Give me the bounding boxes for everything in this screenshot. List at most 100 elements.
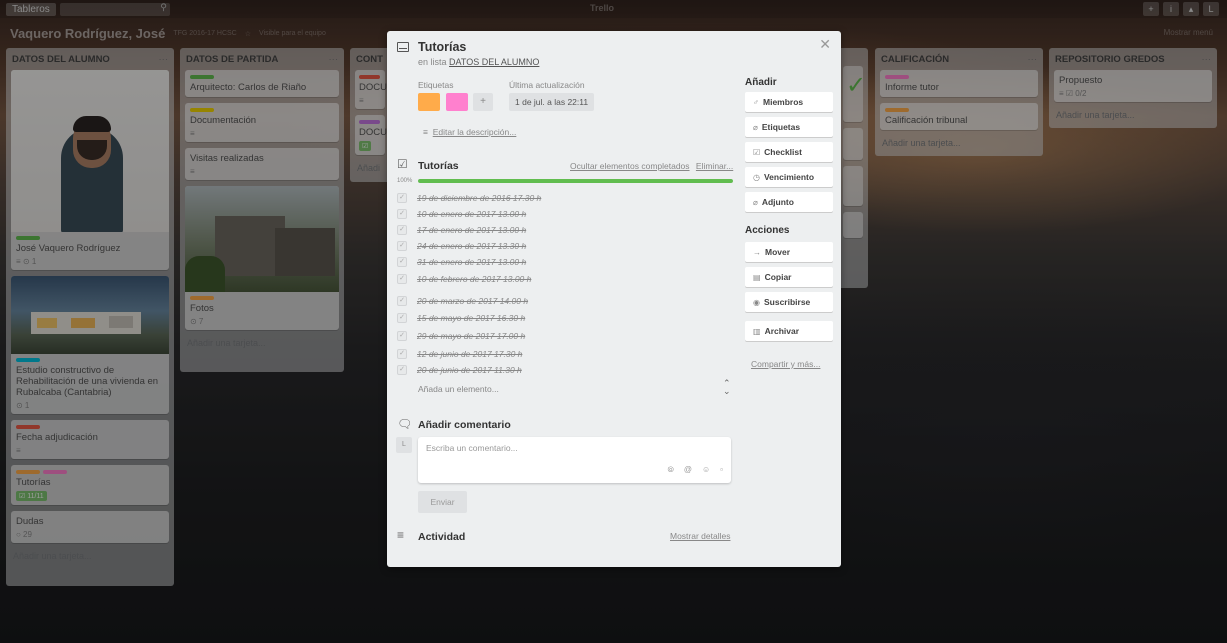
- card-title[interactable]: Tutorías: [418, 40, 466, 54]
- paperclip-icon: ⌀: [753, 197, 758, 207]
- checkbox-checked-icon[interactable]: ✓: [397, 296, 407, 306]
- checkbox-checked-icon[interactable]: ✓: [397, 257, 407, 267]
- card-list-info: en lista DATOS DEL ALUMNO: [418, 57, 539, 67]
- checklist-item[interactable]: ✓ 12 de junio de 2017 17.30 h: [397, 346, 733, 362]
- archive-button[interactable]: ▥ Archivar: [745, 321, 833, 341]
- checklist-item-text[interactable]: 10 de febrero de 2017 13.00 h: [417, 274, 531, 284]
- checklist-progress-fill: [418, 179, 733, 183]
- in-list-prefix: en lista: [418, 57, 447, 67]
- comment-placeholder: Escriba un comentario...: [426, 443, 518, 453]
- activity-heading: Actividad: [418, 531, 466, 543]
- checkbox-checked-icon[interactable]: ✓: [397, 331, 407, 341]
- card-detail-modal: ✕ Tutorías en lista DATOS DEL ALUMNO Eti…: [387, 31, 841, 567]
- attachment-button[interactable]: ⌀ Adjunto: [745, 192, 833, 212]
- label-orange[interactable]: [418, 93, 440, 111]
- label-pink[interactable]: [446, 93, 468, 111]
- last-updated-heading: Última actualización: [509, 80, 585, 90]
- delete-checklist-link[interactable]: Eliminar...: [696, 161, 733, 171]
- checklist-item-text[interactable]: 19 de diciembre de 2016 17.30 h: [417, 193, 541, 203]
- hide-completed-link[interactable]: Ocultar elementos completados: [570, 161, 690, 171]
- show-details-link[interactable]: Mostrar detalles: [670, 531, 730, 541]
- checklist-item-text[interactable]: 29 de mayo de 2017 17.00 h: [417, 331, 525, 341]
- reorder-icon[interactable]: ⌃ ⌄: [723, 379, 731, 396]
- clock-icon: ◷: [753, 172, 760, 182]
- checklist-item-text[interactable]: 10 de enero de 2017 13.00 h: [417, 209, 526, 219]
- comment-input[interactable]: Escriba un comentario... ⦾ @ ☺ ▫: [418, 437, 731, 483]
- checklist-item[interactable]: ✓ 20 de junio de 2017 11.30 h: [397, 362, 733, 378]
- actions-heading: Acciones: [745, 225, 790, 236]
- members-button[interactable]: ♂ Miembros: [745, 92, 833, 112]
- label-icon: ⌀: [753, 122, 758, 132]
- checklist-item[interactable]: ✓ 20 de marzo de 2017 14.00 h: [397, 293, 733, 309]
- checklist-item-text[interactable]: 17 de enero de 2017 13.00 h: [417, 225, 526, 235]
- checklist-item[interactable]: ✓ 19 de diciembre de 2016 17.30 h: [397, 190, 733, 206]
- checklist-percent: 100%: [397, 178, 413, 184]
- checklist-icon: ☑: [753, 147, 761, 157]
- button-label: Archivar: [764, 326, 800, 336]
- labels-button[interactable]: ⌀ Etiquetas: [745, 117, 833, 137]
- checklist-item[interactable]: ✓ 17 de enero de 2017 13.00 h: [397, 222, 733, 238]
- member-icon: ♂: [753, 97, 759, 107]
- button-label: Mover: [765, 247, 791, 257]
- card-icon: [397, 42, 409, 52]
- attachment-icon[interactable]: ⦾: [667, 465, 673, 475]
- add-comment-heading: Añadir comentario: [418, 419, 511, 431]
- checklist-item-text[interactable]: 15 de mayo de 2017 16.30 h: [417, 313, 525, 323]
- checklist-progress-bar: [418, 179, 733, 183]
- checkbox-checked-icon[interactable]: ✓: [397, 365, 407, 375]
- checkbox-checked-icon[interactable]: ✓: [397, 225, 407, 235]
- checklist-item-text[interactable]: 20 de junio de 2017 11.30 h: [417, 365, 522, 375]
- description-icon: ≡: [423, 127, 428, 137]
- add-label-button[interactable]: +: [473, 93, 493, 111]
- avatar[interactable]: L: [396, 437, 412, 453]
- checklist-item-text[interactable]: 31 de enero de 2017 13.00 h: [417, 257, 526, 267]
- checkbox-checked-icon[interactable]: ✓: [397, 209, 407, 219]
- list-link[interactable]: DATOS DEL ALUMNO: [449, 57, 539, 67]
- checkbox-checked-icon[interactable]: ✓: [397, 313, 407, 323]
- checklist-item-text[interactable]: 24 de enero de 2017 13.30 h: [417, 241, 526, 251]
- checklist-icon: ☑: [397, 157, 408, 171]
- emoji-icon[interactable]: ☺: [702, 465, 710, 475]
- edit-description-link[interactable]: ≡ Editar la descripción...: [423, 127, 516, 137]
- checklist-item[interactable]: ✓ 24 de enero de 2017 13.30 h: [397, 238, 733, 254]
- add-heading: Añadir: [745, 77, 777, 88]
- checklist-item[interactable]: ✓ 10 de enero de 2017 13.00 h: [397, 206, 733, 222]
- button-label: Copiar: [764, 272, 792, 282]
- checklist-actions: Ocultar elementos completados Eliminar..…: [566, 161, 733, 171]
- add-checklist-item[interactable]: Añada un elemento...: [418, 384, 499, 394]
- comment-icon: 🗨: [397, 417, 413, 431]
- copy-icon: ▤: [753, 272, 761, 282]
- checklist-button[interactable]: ☑ Checklist: [745, 142, 833, 162]
- card-icon[interactable]: ▫: [720, 465, 723, 475]
- activity-icon: ≡: [397, 528, 405, 542]
- checklist-title[interactable]: Tutorías: [418, 160, 459, 172]
- close-icon[interactable]: ✕: [819, 36, 831, 53]
- checkbox-checked-icon[interactable]: ✓: [397, 193, 407, 203]
- checklist-item[interactable]: ✓ 15 de mayo de 2017 16.30 h: [397, 310, 733, 326]
- button-label: Suscribirse: [763, 297, 811, 307]
- eye-icon: ◉: [753, 297, 760, 307]
- last-updated-value: 1 de jul. a las 22:11: [509, 93, 595, 111]
- mention-icon[interactable]: @: [684, 465, 692, 475]
- edit-description-label: Editar la descripción...: [432, 127, 517, 137]
- checklist-item-text[interactable]: 12 de junio de 2017 17.30 h: [417, 349, 522, 359]
- checklist-item[interactable]: ✓ 10 de febrero de 2017 13.00 h: [397, 271, 733, 287]
- comment-tools: ⦾ @ ☺ ▫: [667, 465, 723, 475]
- due-date-button[interactable]: ◷ Vencimiento: [745, 167, 833, 187]
- button-label: Miembros: [763, 97, 804, 107]
- copy-button[interactable]: ▤ Copiar: [745, 267, 833, 287]
- checkbox-checked-icon[interactable]: ✓: [397, 241, 407, 251]
- move-button[interactable]: → Mover: [745, 242, 833, 262]
- share-and-more-link[interactable]: Compartir y más...: [751, 359, 820, 369]
- labels-heading: Etiquetas: [418, 80, 454, 90]
- button-label: Adjunto: [761, 197, 794, 207]
- send-button[interactable]: Enviar: [418, 491, 467, 513]
- checklist-item-text[interactable]: 20 de marzo de 2017 14.00 h: [417, 296, 528, 306]
- checklist-item[interactable]: ✓ 31 de enero de 2017 13.00 h: [397, 254, 733, 270]
- checkbox-checked-icon[interactable]: ✓: [397, 274, 407, 284]
- archive-icon: ▥: [753, 326, 761, 336]
- checklist-item[interactable]: ✓ 29 de mayo de 2017 17.00 h: [397, 328, 733, 344]
- checkbox-checked-icon[interactable]: ✓: [397, 349, 407, 359]
- subscribe-button[interactable]: ◉ Suscribirse: [745, 292, 833, 312]
- arrow-right-icon: →: [753, 247, 761, 257]
